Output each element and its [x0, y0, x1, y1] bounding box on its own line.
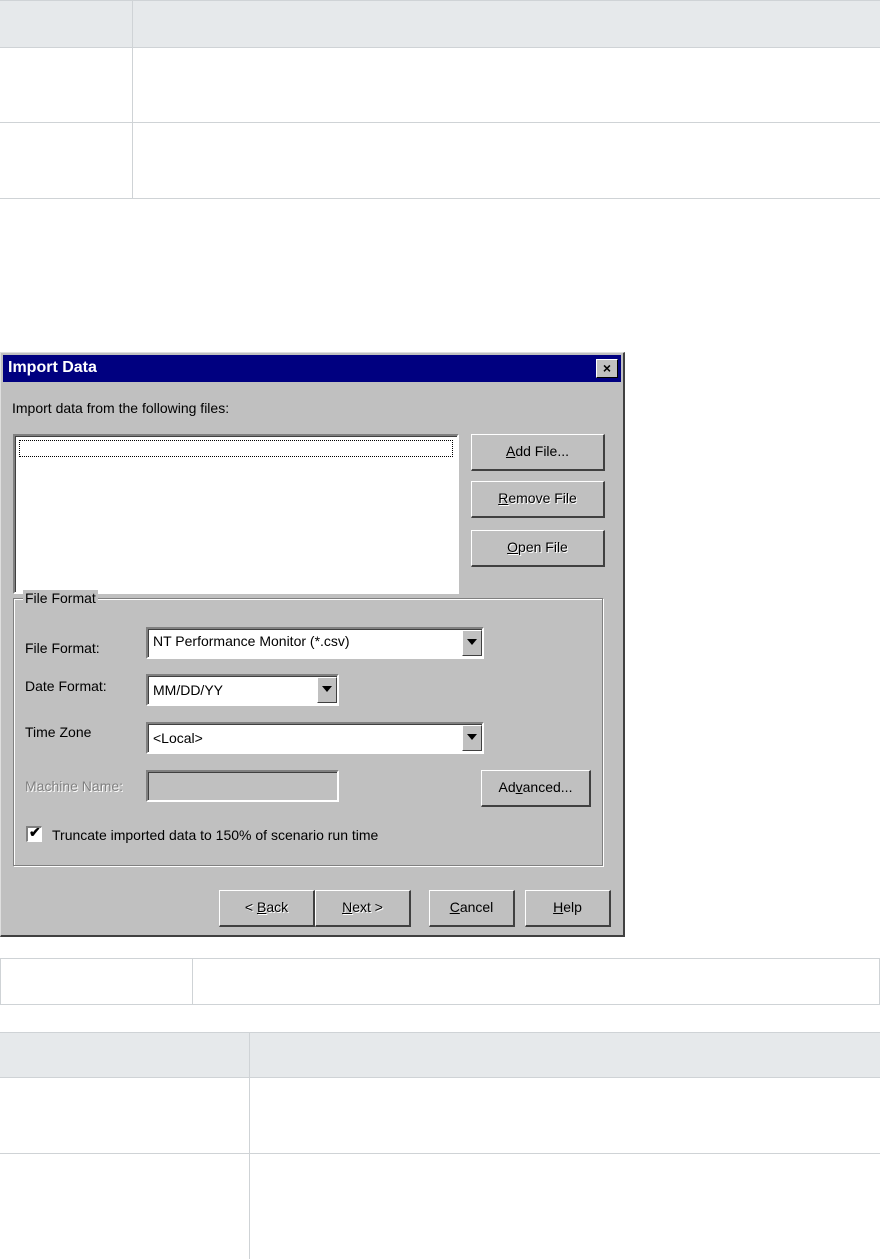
close-icon[interactable]: × [596, 359, 618, 378]
next-mnemonic: N [342, 899, 353, 915]
add-file-mnemonic: A [505, 443, 516, 459]
table-col-divider [132, 0, 133, 199]
open-file-label: pen File [518, 539, 568, 555]
doc-table-bottom-header [0, 1032, 880, 1077]
cancel-button[interactable]: Cancel [429, 890, 515, 927]
add-file-button[interactable]: Add File... [471, 434, 605, 471]
back-mnemonic: B [256, 899, 267, 915]
file-format-select[interactable]: NT Performance Monitor (*.csv) [146, 627, 484, 659]
remove-file-mnemonic: R [498, 490, 509, 506]
advanced-label: anced... [522, 779, 573, 795]
next-label: ext > [352, 899, 383, 915]
time-zone-label: Time Zone [25, 724, 92, 740]
machine-name-field[interactable] [146, 770, 339, 802]
file-format-value: NT Performance Monitor (*.csv) [153, 633, 350, 649]
help-mnemonic: H [553, 899, 564, 915]
chevron-down-icon[interactable] [462, 725, 482, 751]
truncate-label[interactable]: Truncate imported data to 150% of scenar… [52, 827, 378, 843]
advanced-mnemonic: v [515, 779, 523, 795]
table-col-divider [192, 958, 193, 1005]
import-data-dialog: Import Data × Import data from the follo… [0, 352, 625, 937]
add-file-label: dd File... [515, 443, 570, 459]
date-format-label: Date Format: [25, 678, 107, 694]
time-zone-value: <Local> [153, 730, 203, 746]
cancel-label: ancel [459, 899, 494, 915]
dialog-title: Import Data [8, 359, 97, 376]
check-icon: ✔ [29, 824, 41, 840]
date-format-value: MM/DD/YY [153, 682, 223, 698]
chevron-down-icon[interactable] [462, 630, 482, 656]
table-rule [0, 1004, 880, 1005]
date-format-select[interactable]: MM/DD/YY [146, 674, 339, 706]
cancel-mnemonic: C [449, 899, 460, 915]
remove-file-button[interactable]: Remove File [471, 481, 605, 518]
truncate-checkbox[interactable]: ✔ [26, 824, 42, 842]
open-file-button[interactable]: Open File [471, 530, 605, 567]
table-rule [0, 1032, 880, 1033]
table-rule [0, 958, 880, 959]
table-col-divider [0, 958, 1, 1005]
advanced-prefix: Ad [498, 779, 516, 795]
back-prefix: < [244, 899, 257, 915]
advanced-button[interactable]: Advanced... [481, 770, 591, 807]
file-format-group-label: File Format [23, 590, 98, 606]
file-format-label: File Format: [25, 640, 100, 656]
help-button[interactable]: Help [525, 890, 611, 927]
list-focus-item[interactable] [19, 440, 453, 457]
chevron-down-icon[interactable] [317, 677, 337, 703]
import-files-label: Import data from the following files: [12, 400, 230, 416]
remove-file-label: emove File [508, 490, 577, 506]
next-button[interactable]: Next > [315, 890, 411, 927]
back-button[interactable]: < Back [219, 890, 315, 927]
table-col-divider [249, 1032, 250, 1259]
back-label: ack [266, 899, 289, 915]
dialog-title-bar[interactable]: Import Data × [3, 355, 621, 382]
table-rule [0, 1153, 880, 1154]
open-file-mnemonic: O [507, 539, 519, 555]
machine-name-label: Machine Name: [25, 778, 124, 794]
table-rule [0, 0, 880, 1]
table-rule [0, 1077, 880, 1078]
time-zone-select[interactable]: <Local> [146, 722, 484, 754]
help-label: elp [563, 899, 582, 915]
import-files-list[interactable] [13, 434, 459, 594]
